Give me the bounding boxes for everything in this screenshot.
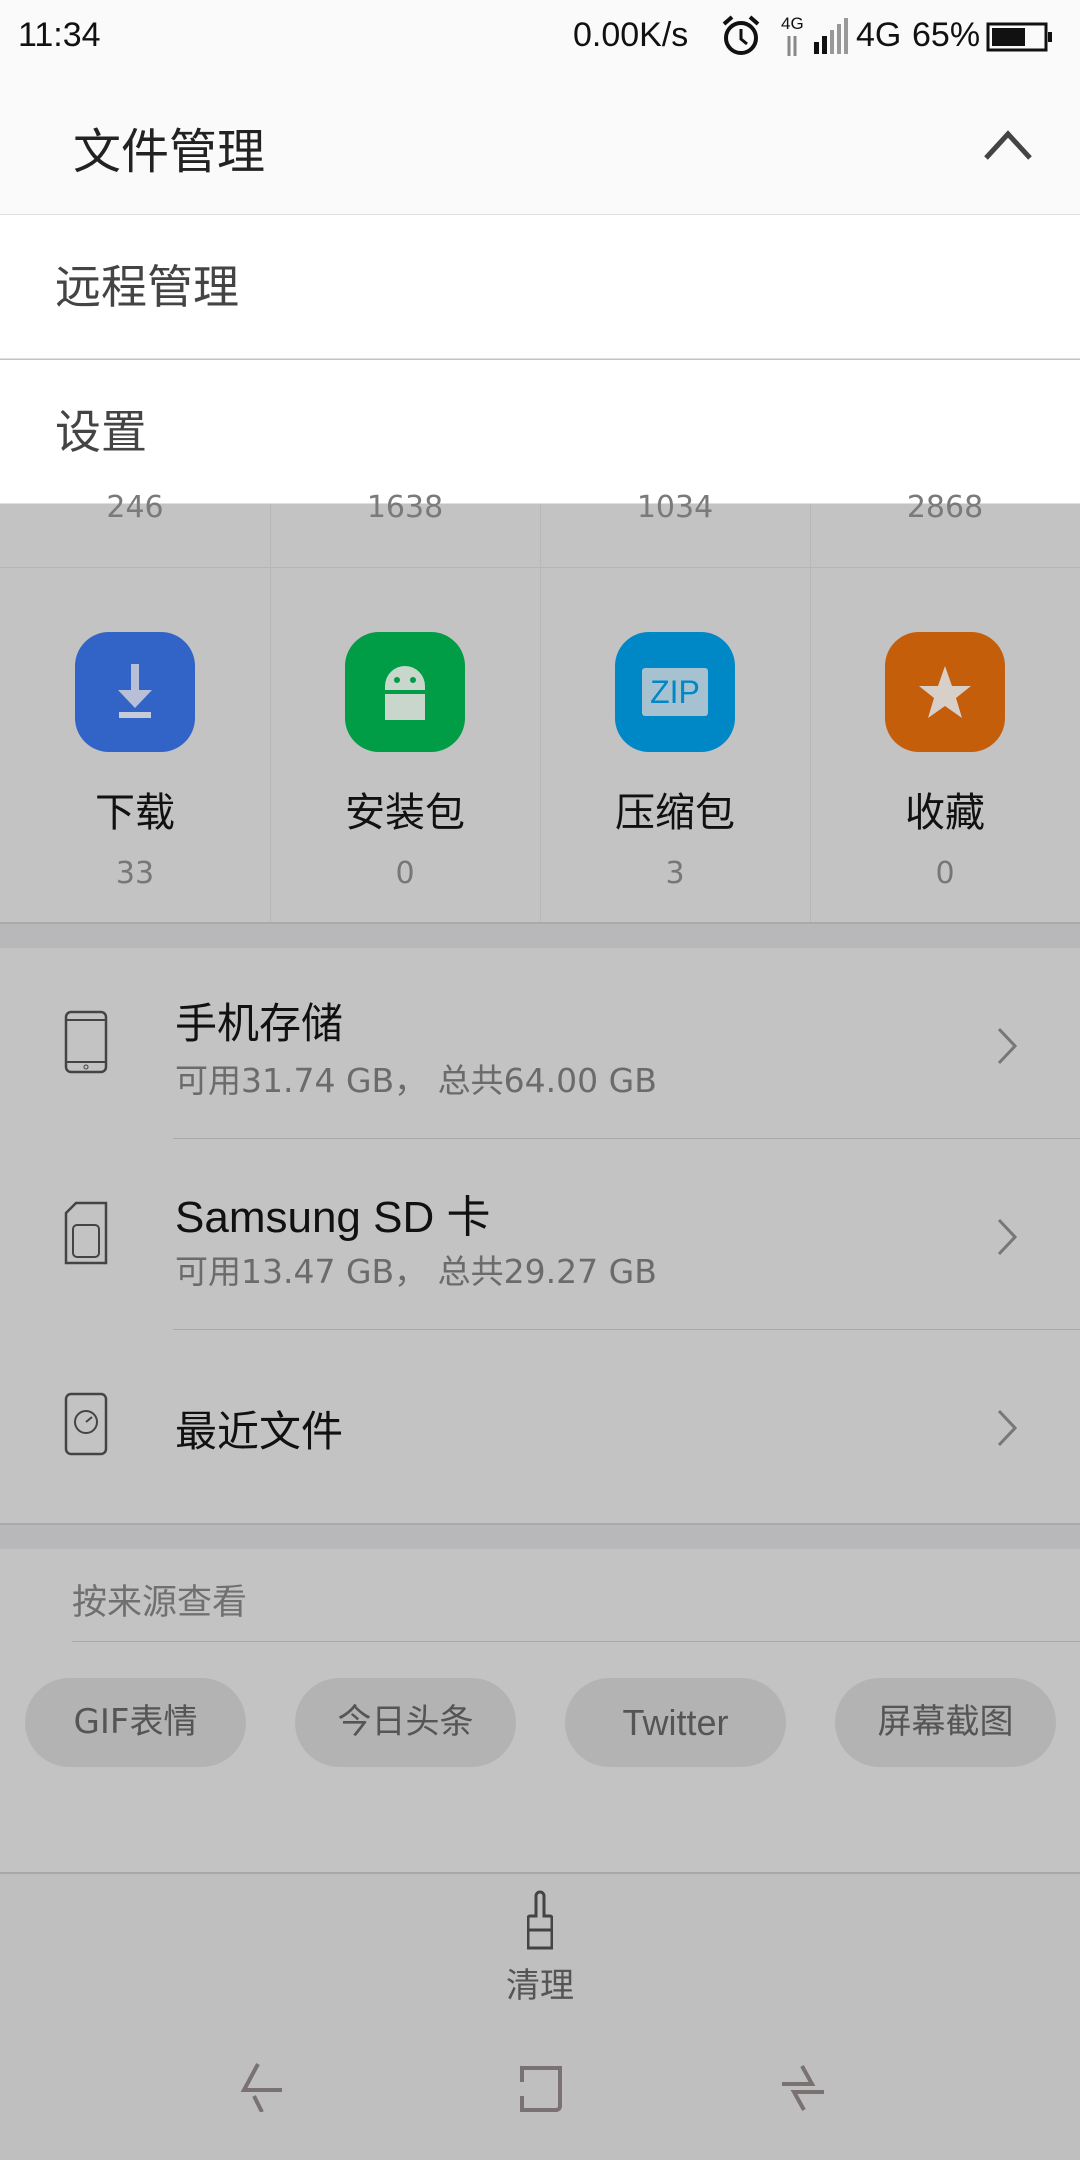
zip-icon: ZIP xyxy=(615,632,735,752)
category-favorites[interactable]: 收藏 0 xyxy=(810,568,1080,922)
category-count: 0 xyxy=(395,856,415,891)
category-download[interactable]: 下载 33 xyxy=(0,568,270,922)
download-icon xyxy=(75,632,195,752)
app-header: 文件管理 xyxy=(0,76,1080,215)
source-chip[interactable]: 屏幕截图 xyxy=(835,1678,1056,1767)
recents-icon[interactable] xyxy=(780,2064,826,2112)
category-label: 安装包 xyxy=(345,790,465,836)
phone-icon xyxy=(64,1010,108,1074)
storage-subtitle: 可用31.74 GB， 总共64.00 GB xyxy=(175,1061,657,1100)
storage-phone[interactable]: 手机存储 可用31.74 GB， 总共64.00 GB xyxy=(0,948,1080,1139)
divider xyxy=(72,1641,1080,1642)
network-type: 4G xyxy=(856,16,902,54)
storage-sd-card[interactable]: Samsung SD 卡 可用13.47 GB， 总共29.27 GB xyxy=(0,1139,1080,1330)
storage-subtitle: 可用13.47 GB， 总共29.27 GB xyxy=(175,1252,657,1291)
storage-title: 手机存储 xyxy=(175,999,344,1048)
data-arrows-icon xyxy=(787,36,797,56)
zip-label: ZIP xyxy=(642,668,708,716)
category-count: 2868 xyxy=(906,490,984,525)
android-icon xyxy=(345,632,465,752)
recent-clock-icon xyxy=(64,1392,108,1456)
category-apk[interactable]: 安装包 0 xyxy=(270,568,540,922)
clean-button[interactable]: 清理 xyxy=(490,1888,590,2008)
section-gap xyxy=(0,1523,1080,1549)
storage-recent-files[interactable]: 最近文件 xyxy=(0,1330,1080,1521)
sd-card-icon xyxy=(64,1201,108,1265)
source-chip[interactable]: GIF表情 xyxy=(25,1678,246,1767)
clock: 11:34 xyxy=(18,16,101,54)
clean-label: 清理 xyxy=(506,1966,574,2006)
star-icon xyxy=(885,632,1005,752)
page-title: 文件管理 xyxy=(73,124,266,180)
category-label: 收藏 xyxy=(905,790,985,836)
net-speed: 0.00K/s xyxy=(573,16,689,54)
network-type-small: 4G xyxy=(781,14,804,33)
category-zip[interactable]: ZIP 压缩包 3 xyxy=(540,568,810,922)
category-label: 压缩包 xyxy=(615,790,735,836)
section-gap xyxy=(0,922,1080,948)
home-icon[interactable] xyxy=(518,2066,562,2112)
brush-icon xyxy=(526,1890,554,1950)
back-icon[interactable] xyxy=(240,2062,284,2112)
source-chip[interactable]: 今日头条 xyxy=(295,1678,516,1767)
alarm-icon xyxy=(722,15,760,55)
category-count: 3 xyxy=(665,856,685,891)
category-count: 33 xyxy=(115,856,155,891)
source-chip[interactable]: Twitter xyxy=(565,1678,786,1767)
signal-icon xyxy=(814,18,848,54)
status-bar: 11:34 0.00K/s 4G 4G 65% xyxy=(0,0,1080,76)
category-count: 1034 xyxy=(636,490,714,525)
chevron-right-icon xyxy=(997,1218,1018,1256)
category-count: 246 xyxy=(106,490,164,525)
battery-percent: 65% xyxy=(912,16,981,54)
chevron-right-icon xyxy=(997,1027,1018,1065)
sources-title: 按来源查看 xyxy=(72,1583,248,1623)
chevron-right-icon xyxy=(997,1409,1018,1447)
storage-title: 最近文件 xyxy=(175,1407,344,1456)
storage-title: Samsung SD 卡 xyxy=(175,1193,491,1242)
battery-icon xyxy=(986,22,1052,52)
category-label: 下载 xyxy=(95,790,175,836)
chevron-up-icon[interactable] xyxy=(982,128,1034,162)
category-count: 1638 xyxy=(366,490,444,525)
menu-item-remote-management[interactable]: 远程管理 xyxy=(0,215,1080,359)
category-count: 0 xyxy=(935,856,955,891)
menu-item-settings[interactable]: 设置 xyxy=(0,360,1080,504)
